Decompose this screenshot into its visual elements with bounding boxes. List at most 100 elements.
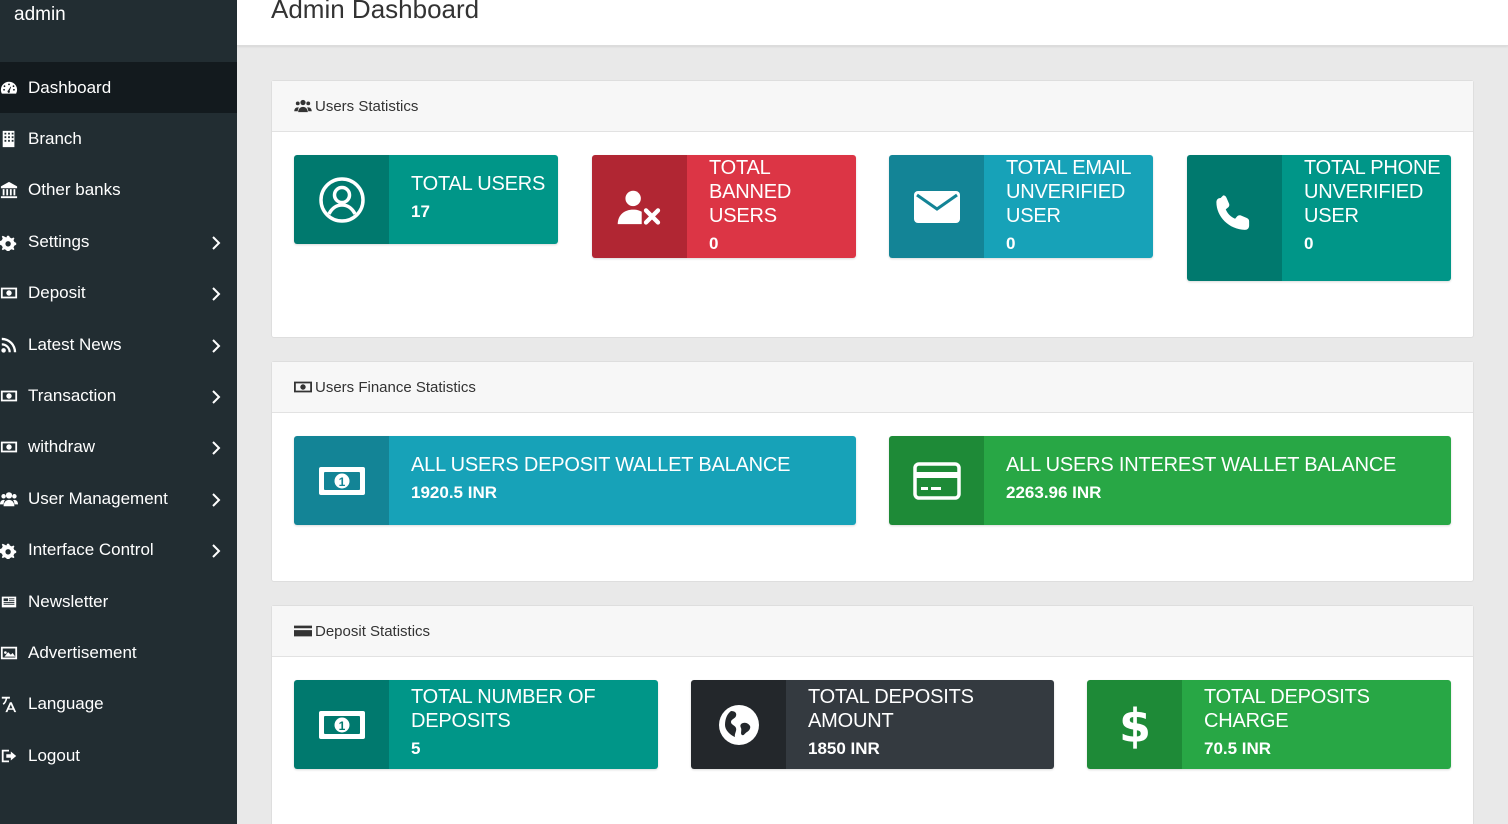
sidebar-item-language[interactable]: Language <box>0 679 237 730</box>
total-phone-unverified-card[interactable]: TOTAL PHONE UNVERIFIED USER 0 <box>1187 155 1451 281</box>
sidebar-item-dashboard[interactable]: Dashboard <box>0 62 237 114</box>
sidebar-item-label: Language <box>28 694 104 714</box>
card-value: 1850 INR <box>808 739 880 758</box>
dashboard-icon <box>0 79 28 97</box>
image-icon <box>0 644 28 662</box>
users-statistics-header: Users Statistics <box>272 81 1473 132</box>
users-icon <box>0 490 28 508</box>
phone-icon <box>1187 155 1282 281</box>
sidebar-menu: Dashboard Branch Other banks Settings De… <box>0 62 237 781</box>
users-icon <box>294 99 312 113</box>
card-value: 0 <box>1006 234 1016 253</box>
sidebar-item-label: withdraw <box>28 437 96 457</box>
sidebar-item-branch[interactable]: Branch <box>0 113 237 164</box>
top-header: Admin Dashboard <box>237 0 1508 46</box>
sidebar-item-transaction[interactable]: Transaction <box>0 370 237 421</box>
chevron-right-icon <box>211 286 221 301</box>
card-value: 5 <box>411 739 421 758</box>
sidebar-item-withdraw[interactable]: withdraw <box>0 422 237 473</box>
sidebar-item-label: Newsletter <box>28 591 109 611</box>
sidebar-item-label: Deposit <box>28 283 86 303</box>
sidebar-item-label: Interface Control <box>28 540 154 560</box>
money-icon <box>294 381 312 393</box>
svg-text:$: $ <box>1118 701 1150 749</box>
card-value: 1920.5 INR <box>411 483 497 502</box>
total-banned-users-card[interactable]: TOTAL BANNED USERS 0 <box>592 155 856 258</box>
globe-icon <box>691 680 786 769</box>
bank-icon <box>0 181 28 199</box>
finance-statistics-header: Users Finance Statistics <box>272 362 1473 413</box>
sidebar-item-interface-control[interactable]: Interface Control <box>0 525 237 576</box>
card-value: 2263.96 INR <box>1006 483 1102 502</box>
card-value: 0 <box>709 234 719 253</box>
card-title: TOTAL BANNED USERS <box>709 157 792 227</box>
sidebar-item-latest-news[interactable]: Latest News <box>0 319 237 370</box>
chevron-right-icon <box>211 235 221 250</box>
brand-name: admin <box>14 4 66 25</box>
chevron-right-icon <box>211 389 221 404</box>
svg-text:1: 1 <box>338 719 345 733</box>
sidebar-item-label: Other banks <box>28 180 121 200</box>
page-title: Admin Dashboard <box>271 0 480 24</box>
chevron-right-icon <box>211 440 221 456</box>
panel-heading: Deposit Statistics <box>315 622 431 640</box>
card-value: 0 <box>1304 234 1314 253</box>
sidebar-item-logout[interactable]: Logout <box>0 730 237 781</box>
gears-icon <box>0 233 28 251</box>
total-deposits-amount-card[interactable]: TOTAL DEPOSITS AMOUNT 1850 INR <box>691 680 1054 769</box>
card-value: 70.5 INR <box>1204 739 1272 758</box>
panel-heading: Users Statistics <box>315 97 419 115</box>
chevron-right-icon <box>211 543 221 558</box>
sidebar-item-newsletter[interactable]: Newsletter <box>0 576 237 627</box>
total-number-of-deposits-card[interactable]: 1 TOTAL NUMBER OF DEPOSITS 5 <box>294 680 658 769</box>
interest-wallet-balance-card[interactable]: ALL USERS INTEREST WALLET BALANCE 2263.9… <box>889 436 1451 525</box>
sidebar-item-label: Transaction <box>28 386 117 406</box>
svg-text:1: 1 <box>338 475 345 489</box>
sidebar-item-label: User Management <box>28 488 168 508</box>
money-bill-icon: 1 <box>294 436 389 525</box>
money-icon <box>0 438 28 456</box>
sidebar-item-label: Branch <box>28 129 82 149</box>
total-deposits-charge-card[interactable]: $ TOTAL DEPOSITS CHARGE 70.5 INR <box>1087 680 1451 769</box>
sidebar-item-other-banks[interactable]: Other banks <box>0 165 237 216</box>
sidebar-item-user-management[interactable]: User Management <box>0 473 237 524</box>
card-value: 17 <box>411 202 430 221</box>
money-bill-icon: 1 <box>294 680 389 769</box>
newspaper-icon <box>0 593 28 611</box>
gears-icon <box>0 541 28 560</box>
card-title: TOTAL DEPOSITS AMOUNT <box>808 686 974 732</box>
card-title: ALL USERS DEPOSIT WALLET BALANCE <box>411 454 791 476</box>
card-title: ALL USERS INTEREST WALLET BALANCE <box>1006 454 1397 476</box>
sidebar-item-deposit[interactable]: Deposit <box>0 268 237 319</box>
rss-icon <box>0 336 28 354</box>
money-icon <box>0 284 28 302</box>
envelope-icon <box>889 155 984 258</box>
sidebar-item-label: Advertisement <box>28 642 137 662</box>
chevron-right-icon <box>211 492 221 507</box>
sidebar-item-label: Dashboard <box>28 77 112 97</box>
chevron-right-icon <box>211 338 221 353</box>
sidebar-item-label: Logout <box>28 745 80 765</box>
card-title: TOTAL NUMBER OF DEPOSITS <box>411 686 596 732</box>
card-title: TOTAL PHONE UNVERIFIED USER <box>1304 157 1441 227</box>
user-circle-icon <box>294 155 389 244</box>
total-users-card[interactable]: TOTAL USERS 17 <box>294 155 558 244</box>
credit-card-icon <box>889 436 984 525</box>
sidebar-item-label: Settings <box>28 231 90 251</box>
building-icon <box>0 130 28 148</box>
card-title: TOTAL USERS <box>411 173 546 195</box>
user-times-icon <box>592 155 687 258</box>
credit-card-icon <box>294 625 312 637</box>
deposit-wallet-balance-card[interactable]: 1 ALL USERS DEPOSIT WALLET BALANCE 1920.… <box>294 436 856 525</box>
sidebar-item-advertisement[interactable]: Advertisement <box>0 627 237 678</box>
money-icon <box>0 387 28 405</box>
language-icon <box>0 695 28 713</box>
card-title: TOTAL EMAIL UNVERIFIED USER <box>1006 157 1131 227</box>
deposit-statistics-header: Deposit Statistics <box>272 606 1473 657</box>
sidebar-item-settings[interactable]: Settings <box>0 216 237 267</box>
dollar-icon: $ <box>1087 680 1182 769</box>
total-email-unverified-card[interactable]: TOTAL EMAIL UNVERIFIED USER 0 <box>889 155 1153 258</box>
sign-out-icon <box>0 747 28 765</box>
sidebar: admin Dashboard Branch Other banks Setti… <box>0 0 237 824</box>
card-title: TOTAL DEPOSITS CHARGE <box>1204 686 1370 732</box>
